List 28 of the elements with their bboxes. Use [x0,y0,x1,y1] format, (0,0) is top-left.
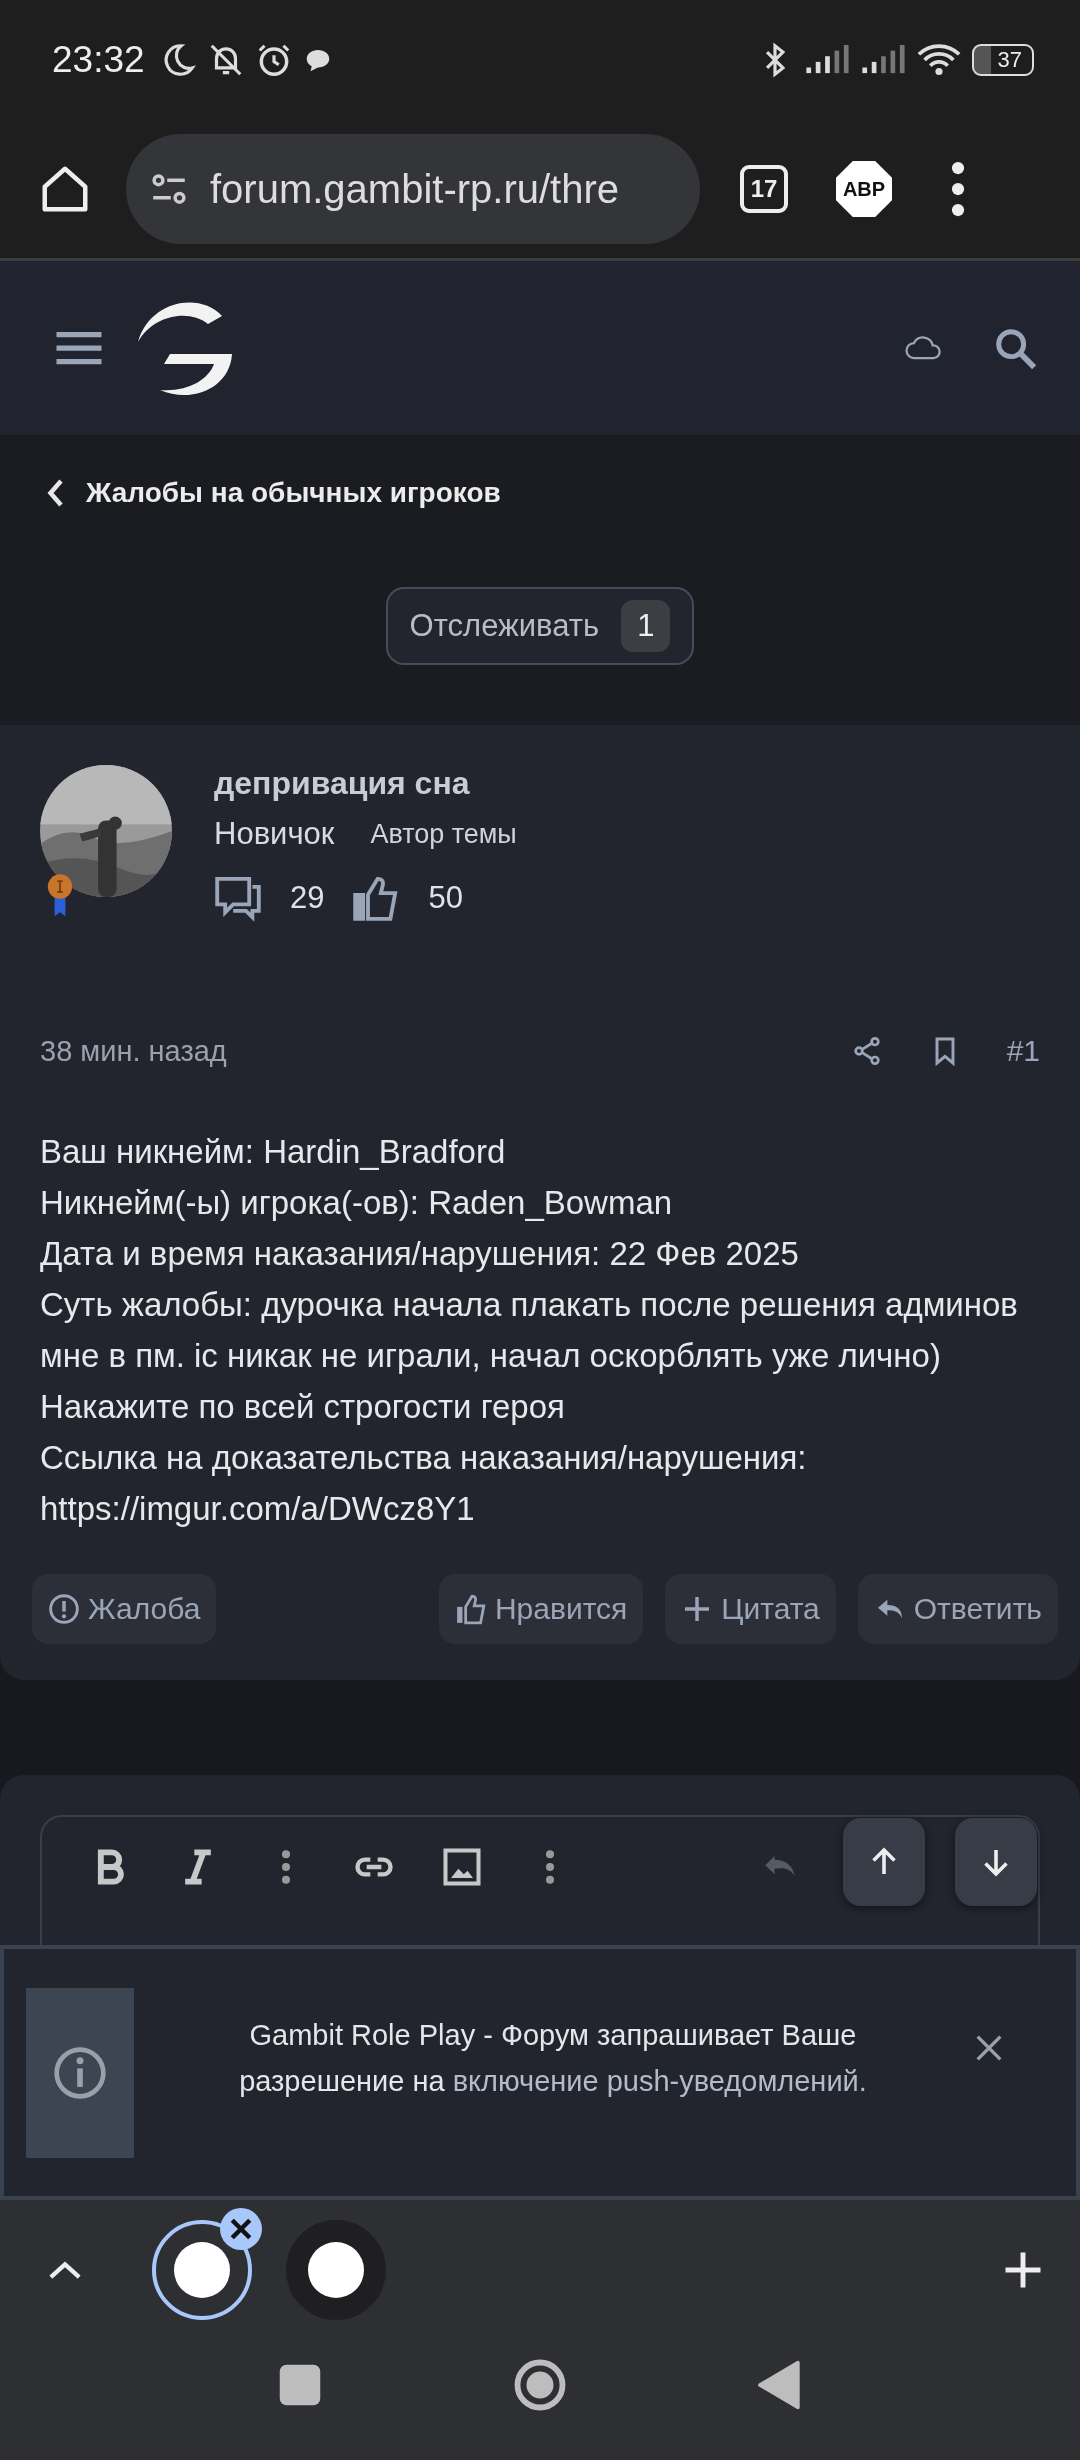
breadcrumb-link[interactable]: Жалобы на обычных игроков [46,477,501,509]
like-count: 50 [428,880,463,916]
adblock-button[interactable]: ABP [836,161,892,217]
post-text-line: Ссылка на доказательства наказания/нарушения: [40,1438,808,1478]
quote-button[interactable]: Цитата [665,1574,836,1644]
post-time[interactable]: 38 мин. назад [40,1034,227,1068]
post-text-line: Ваш никнейм: Hardin_Bradford [40,1132,507,1172]
status-time: 23:32 [52,39,145,81]
tab-switcher-button[interactable]: 17 [740,165,788,213]
follow-button[interactable]: Отслеживать 1 [385,587,695,665]
like-button[interactable]: Нравится [438,1574,644,1644]
battery-indicator: 37 [971,44,1034,76]
message-count: 29 [290,880,325,916]
enable-notifications-link[interactable]: включение push-уведомлений. [452,2064,867,2097]
user-rank: Новичок [214,816,335,852]
reply-button[interactable]: Ответить [857,1574,1058,1644]
post-text-line: Никнейм(-ы) игрока(-ов): Raden_Bowman [40,1183,674,1223]
post-text-line: Дата и время наказания/нарушения: 22 Фев 2025 [40,1234,800,1274]
follower-count: 1 [621,600,671,652]
report-button[interactable]: Жалоба [32,1574,217,1644]
url-text: forum.gambit-rp.ru/thre [210,166,620,212]
author-name[interactable]: депривация сна [214,765,517,802]
address-bar[interactable]: forum.gambit-rp.ru/thre [126,134,700,244]
push-permission-message: Gambit Role Play - Форум запрашивает Ваше разрешение на включение push-уведомлений. [238,2017,868,2099]
post-text-line: https://imgur.com/a/DWcz8Y1 [40,1489,476,1529]
post-number-link[interactable]: #1 [1006,1034,1040,1068]
author-label: Автор темы [370,818,517,850]
post-text-line: Суть жалобы: дурочка начала плакать после решения админов мне в пм. іс никак не играли, начал оскорблять уже лично) Накажите по всей строгости героя [40,1285,1019,1427]
